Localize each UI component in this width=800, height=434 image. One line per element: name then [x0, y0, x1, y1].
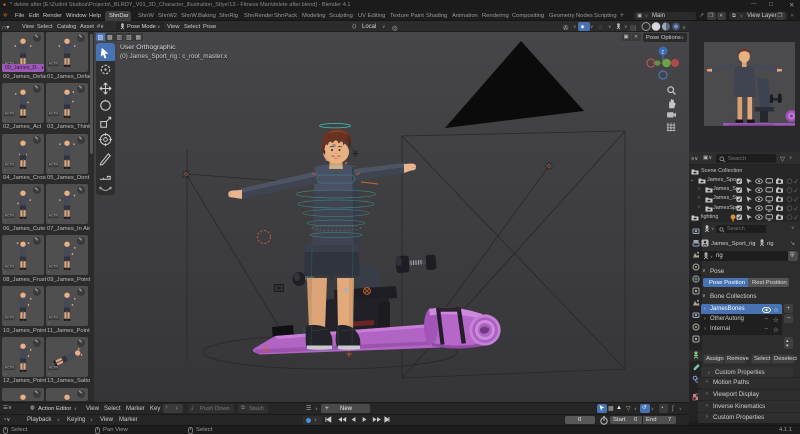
svg-text:z: z — [661, 50, 664, 56]
svg-text:∨: ∨ — [682, 25, 686, 31]
